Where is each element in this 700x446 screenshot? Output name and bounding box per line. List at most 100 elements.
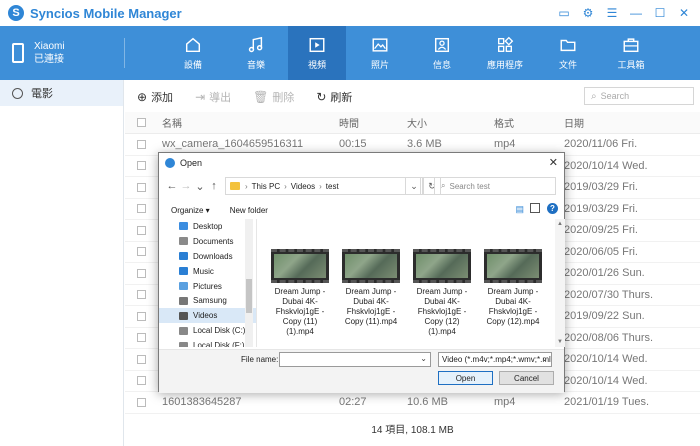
nav-item-device[interactable]: 設備 bbox=[164, 26, 222, 80]
nav-pane-label: Music bbox=[193, 266, 214, 276]
nav-pane-item[interactable]: Music bbox=[159, 264, 256, 279]
path-breadcrumb[interactable]: › This PC › Videos › test bbox=[225, 177, 421, 195]
crumb-this-pc[interactable]: This PC bbox=[252, 182, 280, 191]
video-thumbnail bbox=[413, 249, 471, 283]
chevron-down-icon[interactable]: ⌄ bbox=[420, 354, 427, 363]
nav-item-apps[interactable]: 應用程序 bbox=[476, 26, 534, 80]
file-name-input[interactable]: ⌄ bbox=[279, 352, 431, 367]
nav-label-device: 設備 bbox=[183, 59, 202, 70]
recent-chevron-icon[interactable]: ⌄ bbox=[193, 180, 207, 193]
nav-item-video[interactable]: 視頻 bbox=[288, 26, 346, 80]
sidebar-item-movies[interactable]: 電影 bbox=[0, 80, 123, 106]
device-panel[interactable]: Xiaomi 已連接 bbox=[0, 26, 124, 80]
nav-pane-item[interactable]: Samsung bbox=[159, 293, 256, 308]
nav-pane-item[interactable]: Videos bbox=[159, 308, 256, 324]
video-file-item[interactable]: Dream Jump - Dubai 4K-Fhskvloj1gE - Copy… bbox=[269, 249, 331, 337]
video-thumbnail bbox=[484, 249, 542, 283]
menu-icon[interactable]: ☰ bbox=[602, 4, 622, 22]
row-checkbox[interactable] bbox=[137, 333, 146, 343]
nav-pane-item[interactable]: Documents bbox=[159, 234, 256, 249]
path-dropdown-icon[interactable]: ⌄ bbox=[405, 177, 423, 195]
row-checkbox[interactable] bbox=[137, 290, 146, 300]
nav-pane-item[interactable]: Desktop bbox=[159, 219, 256, 234]
header-date[interactable]: 日期 bbox=[564, 115, 694, 130]
row-checkbox[interactable] bbox=[137, 225, 146, 235]
header-time[interactable]: 時間 bbox=[339, 115, 407, 130]
scroll-up-icon[interactable]: ▲ bbox=[557, 221, 563, 227]
nav-item-music[interactable]: 音樂 bbox=[227, 26, 285, 80]
file-type-select[interactable]: Video (*.m4v;*.mp4;*.wmv;*.ml ⌄ bbox=[438, 352, 552, 367]
nav-scroll-thumb[interactable] bbox=[246, 279, 252, 313]
scroll-down-icon[interactable]: ▼ bbox=[557, 339, 563, 345]
refresh-button[interactable]: ↻ 刷新 bbox=[316, 89, 352, 105]
cell-date: 2020/10/14 Wed. bbox=[564, 353, 648, 366]
apps-icon bbox=[498, 36, 514, 52]
forward-arrow-icon[interactable]: → bbox=[179, 180, 193, 192]
file-label: Dream Jump - Dubai 4K-Fhskvloj1gE - Copy… bbox=[344, 287, 398, 326]
delete-button[interactable]: 🗑 刪除 bbox=[253, 89, 294, 105]
add-button[interactable]: ⊕ 添加 bbox=[137, 89, 173, 105]
row-checkbox[interactable] bbox=[137, 204, 146, 214]
phone-icon bbox=[12, 43, 24, 63]
view-options-icon[interactable]: ▤ bbox=[515, 204, 524, 215]
settings-gear-icon[interactable]: ⚙ bbox=[578, 4, 598, 22]
video-file-item[interactable]: Dream Jump - Dubai 4K-Fhskvloj1gE - Copy… bbox=[482, 249, 544, 327]
nav-item-message[interactable]: 信息 bbox=[413, 26, 471, 80]
dialog-close-icon[interactable]: ✕ bbox=[549, 156, 558, 169]
export-icon: ⇥ bbox=[195, 90, 206, 104]
location-icon bbox=[179, 252, 188, 261]
file-list-scrollbar[interactable]: ▲ ▼ bbox=[555, 219, 565, 347]
crumb-test[interactable]: test bbox=[326, 182, 339, 191]
header-name[interactable]: 名稱 bbox=[162, 115, 339, 130]
nav-item-files[interactable]: 文件 bbox=[539, 26, 597, 80]
row-checkbox[interactable] bbox=[137, 397, 146, 407]
open-button[interactable]: Open bbox=[438, 371, 493, 385]
nav-item-photo[interactable]: 照片 bbox=[351, 26, 409, 80]
nav-pane-item[interactable]: Local Disk (F:) bbox=[159, 338, 256, 347]
organize-button[interactable]: Organize ▾ bbox=[171, 206, 210, 215]
maximize-icon[interactable]: ☐ bbox=[650, 4, 670, 22]
device-name: Xiaomi bbox=[34, 41, 65, 52]
row-checkbox[interactable] bbox=[137, 139, 146, 149]
dialog-nav-pane: Desktop Documents Downloads Music Pictures Sa… bbox=[159, 219, 257, 347]
cancel-button[interactable]: Cancel bbox=[499, 371, 554, 385]
nav-scrollbar[interactable] bbox=[245, 219, 253, 347]
cell-date: 2020/01/26 Sun. bbox=[564, 267, 645, 280]
top-nav-bar: Xiaomi 已連接 設備 音樂 視頻 照片 信息 應用程序 文件 工具箱 bbox=[0, 26, 700, 80]
nav-item-toolbox[interactable]: 工具箱 bbox=[602, 26, 660, 80]
new-folder-button[interactable]: New folder bbox=[230, 206, 268, 215]
help-icon[interactable]: ? bbox=[547, 203, 558, 214]
address-bar: ← → ⌄ ↑ › This PC › Videos › test ⌄ ↻ ⌕ … bbox=[159, 175, 564, 197]
row-checkbox[interactable] bbox=[137, 161, 146, 171]
select-all-checkbox[interactable] bbox=[137, 118, 146, 127]
header-format[interactable]: 格式 bbox=[494, 115, 564, 130]
up-arrow-icon[interactable]: ↑ bbox=[207, 180, 221, 192]
row-checkbox[interactable] bbox=[137, 311, 146, 321]
row-checkbox[interactable] bbox=[137, 354, 146, 364]
table-header: 名稱 時間 大小 格式 日期 bbox=[125, 112, 700, 134]
preview-pane-icon[interactable] bbox=[530, 203, 540, 213]
close-icon[interactable]: ✕ bbox=[674, 4, 694, 22]
cell-date: 2019/09/22 Sun. bbox=[564, 310, 645, 323]
header-size[interactable]: 大小 bbox=[407, 115, 494, 130]
video-file-item[interactable]: Dream Jump - Dubai 4K-Fhskvloj1gE - Copy… bbox=[411, 249, 473, 337]
row-checkbox[interactable] bbox=[137, 376, 146, 386]
cell-date: 2019/03/29 Fri. bbox=[564, 202, 638, 215]
row-checkbox[interactable] bbox=[137, 268, 146, 278]
crumb-videos[interactable]: Videos bbox=[291, 182, 315, 191]
search-icon: ⌕ bbox=[441, 181, 446, 190]
search-input[interactable]: ⌕ Search bbox=[584, 87, 694, 105]
row-checkbox[interactable] bbox=[137, 247, 146, 257]
back-arrow-icon[interactable]: ← bbox=[165, 180, 179, 192]
nav-pane-item[interactable]: Downloads bbox=[159, 249, 256, 264]
minimize-icon[interactable]: — bbox=[626, 4, 646, 22]
nav-label-photo: 照片 bbox=[370, 59, 389, 70]
nav-pane-item[interactable]: Pictures bbox=[159, 279, 256, 294]
dialog-search-input[interactable]: ⌕ Search test bbox=[434, 177, 556, 195]
row-checkbox[interactable] bbox=[137, 182, 146, 192]
nav-pane-item[interactable]: Local Disk (C:) bbox=[159, 323, 256, 338]
table-row[interactable]: 1601383645287 02:27 10.6 MB mp4 2021/01/19 T… bbox=[125, 392, 700, 414]
feedback-icon[interactable]: ▭ bbox=[554, 4, 574, 22]
export-button[interactable]: ⇥ 導出 bbox=[195, 89, 231, 105]
video-file-item[interactable]: Dream Jump - Dubai 4K-Fhskvloj1gE - Copy… bbox=[340, 249, 402, 327]
